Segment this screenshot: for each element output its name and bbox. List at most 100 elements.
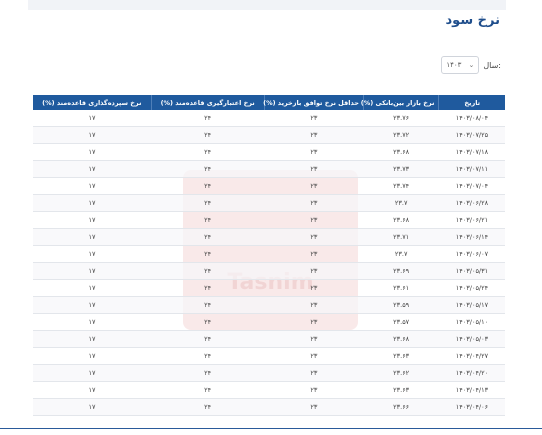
cell-lending-rate: ۲۴ xyxy=(151,296,265,314)
cell-deposit-rate: ۱۷ xyxy=(33,398,152,416)
table-row: ۱۴۰۳/۰۷/۱۸ ۲۳.۶۸ ۲۳ ۲۴ ۱۷ xyxy=(33,143,505,161)
cell-interbank-rate: ۲۳.۷ xyxy=(363,194,439,212)
cell-repo-min-rate: ۲۳ xyxy=(264,228,364,246)
cell-deposit-rate: ۱۷ xyxy=(33,330,152,348)
cell-repo-min-rate: ۲۳ xyxy=(264,126,364,144)
table-row: ۱۴۰۳/۰۶/۰۷ ۲۳.۷ ۲۳ ۲۴ ۱۷ xyxy=(33,245,505,263)
cell-date: ۱۴۰۳/۰۴/۲۰ xyxy=(438,364,505,382)
cell-deposit-rate: ۱۷ xyxy=(33,347,152,365)
chevron-down-icon: ⌄ xyxy=(468,61,475,69)
cell-date: ۱۴۰۳/۰۵/۰۳ xyxy=(438,330,505,348)
cell-date: ۱۴۰۳/۰۷/۱۸ xyxy=(438,143,505,161)
cell-repo-min-rate: ۲۳ xyxy=(264,211,364,229)
interest-rate-table: تاریخ نرخ بازار بین‌بانکی (%) حداقل نرخ … xyxy=(33,95,505,416)
cell-lending-rate: ۲۴ xyxy=(151,194,265,212)
cell-lending-rate: ۲۴ xyxy=(151,211,265,229)
header-date: تاریخ xyxy=(438,95,505,110)
cell-deposit-rate: ۱۷ xyxy=(33,279,152,297)
cell-repo-min-rate: ۲۳ xyxy=(264,143,364,161)
cell-date: ۱۴۰۳/۰۴/۲۷ xyxy=(438,347,505,365)
cell-interbank-rate: ۲۳.۶۱ xyxy=(363,279,439,297)
cell-deposit-rate: ۱۷ xyxy=(33,110,152,127)
table-row: ۱۴۰۳/۰۷/۲۵ ۲۳.۷۲ ۲۳ ۲۴ ۱۷ xyxy=(33,126,505,144)
year-select[interactable]: ۱۴۰۳ ⌄ xyxy=(441,56,480,74)
bottom-divider xyxy=(0,428,542,429)
cell-deposit-rate: ۱۷ xyxy=(33,177,152,195)
cell-date: ۱۴۰۳/۰۵/۱۷ xyxy=(438,296,505,314)
cell-interbank-rate: ۲۳.۵۷ xyxy=(363,313,439,331)
cell-lending-rate: ۲۴ xyxy=(151,245,265,263)
cell-lending-rate: ۲۴ xyxy=(151,347,265,365)
table-row: ۱۴۰۳/۰۵/۱۷ ۲۳.۵۹ ۲۳ ۲۴ ۱۷ xyxy=(33,296,505,314)
cell-date: ۱۴۰۳/۰۴/۱۳ xyxy=(438,381,505,399)
cell-lending-rate: ۲۴ xyxy=(151,313,265,331)
cell-lending-rate: ۲۴ xyxy=(151,398,265,416)
cell-repo-min-rate: ۲۳ xyxy=(264,296,364,314)
cell-repo-min-rate: ۲۳ xyxy=(264,330,364,348)
cell-interbank-rate: ۲۳.۷۶ xyxy=(363,110,439,127)
cell-repo-min-rate: ۲۳ xyxy=(264,347,364,365)
header-lending-rate: نرخ اعتبارگیری قاعده‌مند (%) xyxy=(150,95,265,110)
table-header-row: تاریخ نرخ بازار بین‌بانکی (%) حداقل نرخ … xyxy=(33,95,505,110)
cell-lending-rate: ۲۴ xyxy=(151,330,265,348)
table-row: ۱۴۰۳/۰۶/۱۴ ۲۳.۷۱ ۲۳ ۲۴ ۱۷ xyxy=(33,228,505,246)
cell-lending-rate: ۲۴ xyxy=(151,110,265,127)
table-row: ۱۴۰۳/۰۴/۰۶ ۲۳.۶۶ ۲۳ ۲۴ ۱۷ xyxy=(33,398,505,416)
cell-deposit-rate: ۱۷ xyxy=(33,211,152,229)
cell-lending-rate: ۲۴ xyxy=(151,381,265,399)
cell-date: ۱۴۰۳/۰۶/۱۴ xyxy=(438,228,505,246)
cell-interbank-rate: ۲۳.۶۶ xyxy=(363,398,439,416)
cell-deposit-rate: ۱۷ xyxy=(33,313,152,331)
cell-date: ۱۴۰۳/۰۷/۱۱ xyxy=(438,160,505,178)
cell-lending-rate: ۲۴ xyxy=(151,177,265,195)
table-row: ۱۴۰۳/۰۵/۰۳ ۲۳.۶۸ ۲۳ ۲۴ ۱۷ xyxy=(33,330,505,348)
cell-interbank-rate: ۲۳.۶۸ xyxy=(363,330,439,348)
cell-deposit-rate: ۱۷ xyxy=(33,296,152,314)
cell-repo-min-rate: ۲۳ xyxy=(264,194,364,212)
cell-deposit-rate: ۱۷ xyxy=(33,228,152,246)
table-row: ۱۴۰۳/۰۵/۳۱ ۲۳.۶۹ ۲۳ ۲۴ ۱۷ xyxy=(33,262,505,280)
table-row: ۱۴۰۳/۰۶/۲۱ ۲۳.۶۸ ۲۳ ۲۴ ۱۷ xyxy=(33,211,505,229)
cell-repo-min-rate: ۲۳ xyxy=(264,245,364,263)
cell-interbank-rate: ۲۳.۶۸ xyxy=(363,143,439,161)
cell-lending-rate: ۲۴ xyxy=(151,160,265,178)
cell-lending-rate: ۲۴ xyxy=(151,228,265,246)
cell-lending-rate: ۲۴ xyxy=(151,126,265,144)
cell-lending-rate: ۲۴ xyxy=(151,279,265,297)
cell-date: ۱۴۰۳/۰۵/۱۰ xyxy=(438,313,505,331)
interest-rate-table-container: Tasnim تاریخ نرخ بازار بین‌بانکی (%) حدا… xyxy=(33,95,505,416)
cell-repo-min-rate: ۲۳ xyxy=(264,160,364,178)
cell-lending-rate: ۲۴ xyxy=(151,262,265,280)
table-row: ۱۴۰۳/۰۵/۱۰ ۲۳.۵۷ ۲۳ ۲۴ ۱۷ xyxy=(33,313,505,331)
cell-date: ۱۴۰۳/۰۸/۰۴ xyxy=(438,110,505,127)
table-row: ۱۴۰۳/۰۴/۲۰ ۲۳.۶۲ ۲۳ ۲۴ ۱۷ xyxy=(33,364,505,382)
cell-date: ۱۴۰۳/۰۶/۰۷ xyxy=(438,245,505,263)
cell-interbank-rate: ۲۳.۷۳ xyxy=(363,160,439,178)
cell-date: ۱۴۰۳/۰۷/۰۴ xyxy=(438,177,505,195)
cell-interbank-rate: ۲۳.۷ xyxy=(363,245,439,263)
cell-interbank-rate: ۲۳.۶۳ xyxy=(363,347,439,365)
cell-deposit-rate: ۱۷ xyxy=(33,126,152,144)
cell-deposit-rate: ۱۷ xyxy=(33,364,152,382)
table-row: ۱۴۰۳/۰۶/۲۸ ۲۳.۷ ۲۳ ۲۴ ۱۷ xyxy=(33,194,505,212)
table-row: ۱۴۰۳/۰۷/۰۴ ۲۳.۷۴ ۲۳ ۲۴ ۱۷ xyxy=(33,177,505,195)
table-row: ۱۴۰۳/۰۷/۱۱ ۲۳.۷۳ ۲۳ ۲۴ ۱۷ xyxy=(33,160,505,178)
cell-repo-min-rate: ۲۳ xyxy=(264,262,364,280)
cell-repo-min-rate: ۲۳ xyxy=(264,279,364,297)
cell-repo-min-rate: ۲۳ xyxy=(264,110,364,127)
cell-date: ۱۴۰۳/۰۵/۳۱ xyxy=(438,262,505,280)
cell-interbank-rate: ۲۳.۵۹ xyxy=(363,296,439,314)
cell-date: ۱۴۰۳/۰۶/۲۱ xyxy=(438,211,505,229)
header-interbank-rate: نرخ بازار بین‌بانکی (%) xyxy=(361,95,439,110)
table-row: ۱۴۰۳/۰۴/۱۳ ۲۳.۶۳ ۲۳ ۲۴ ۱۷ xyxy=(33,381,505,399)
cell-interbank-rate: ۲۳.۶۳ xyxy=(363,381,439,399)
cell-deposit-rate: ۱۷ xyxy=(33,143,152,161)
year-value: ۱۴۰۳ xyxy=(446,61,462,69)
cell-deposit-rate: ۱۷ xyxy=(33,194,152,212)
cell-lending-rate: ۲۴ xyxy=(151,143,265,161)
cell-repo-min-rate: ۲۳ xyxy=(264,398,364,416)
table-row: ۱۴۰۳/۰۵/۲۴ ۲۳.۶۱ ۲۳ ۲۴ ۱۷ xyxy=(33,279,505,297)
cell-interbank-rate: ۲۳.۷۲ xyxy=(363,126,439,144)
year-label: سال: xyxy=(483,60,501,70)
cell-date: ۱۴۰۳/۰۵/۲۴ xyxy=(438,279,505,297)
